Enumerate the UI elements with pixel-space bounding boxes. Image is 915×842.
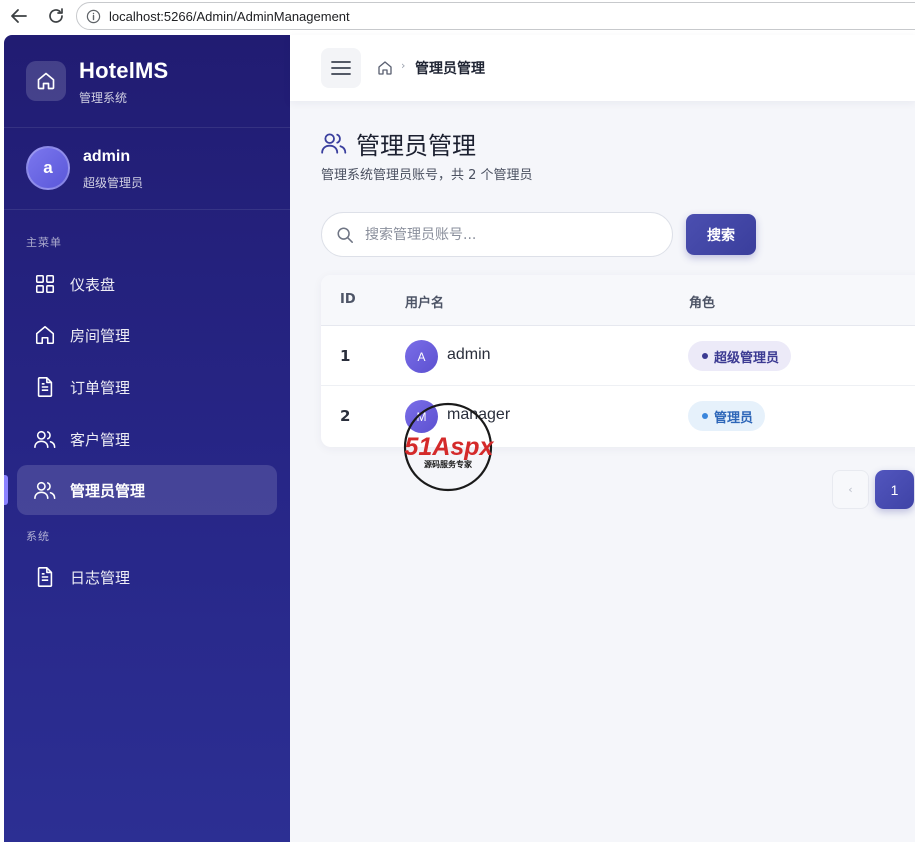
home-icon xyxy=(33,323,57,347)
reload-icon[interactable] xyxy=(44,6,68,26)
cell-id: 1 xyxy=(340,347,351,365)
user-role: 超级管理员 xyxy=(83,176,144,190)
column-header-role: 角色 xyxy=(689,296,716,311)
sidebar-item-label: 客户管理 xyxy=(70,430,131,449)
sidebar-item-label: 订单管理 xyxy=(70,378,131,397)
breadcrumb-home-icon[interactable] xyxy=(377,60,393,76)
sidebar-item-label: 日志管理 xyxy=(70,568,131,587)
search-input[interactable] xyxy=(363,225,653,244)
column-header-username: 用户名 xyxy=(405,296,445,311)
watermark-tagline: 源码服务专家 xyxy=(424,459,473,469)
sidebar-item-label: 仪表盘 xyxy=(70,275,116,294)
sidebar-item-label: 管理员管理 xyxy=(70,481,146,500)
status-dot-icon xyxy=(702,353,708,359)
section-label-system: 系统 xyxy=(26,530,50,543)
role-badge: 管理员 xyxy=(688,401,766,431)
dashboard-icon xyxy=(33,272,57,296)
watermark-brand: 51Aspx xyxy=(405,433,495,461)
user-profile: a admin 超级管理员 xyxy=(4,128,290,210)
sidebar-item-dashboard[interactable]: 仪表盘 xyxy=(17,259,277,309)
cell-id: 2 xyxy=(340,407,351,425)
document-icon xyxy=(33,375,57,399)
sidebar-item-customers[interactable]: 客户管理 xyxy=(17,414,277,464)
address-bar[interactable]: localhost:5266/Admin/AdminManagement xyxy=(76,2,915,30)
table-header: ID 用户名 角色 xyxy=(321,275,915,326)
brand-subtitle: 管理系统 xyxy=(79,91,128,105)
sidebar: HotelMS 管理系统 a admin 超级管理员 主菜单 仪表盘 房间管理 … xyxy=(4,35,290,842)
avatar: a xyxy=(26,146,70,190)
users-icon xyxy=(33,478,57,502)
url-text: localhost:5266/Admin/AdminManagement xyxy=(109,8,350,24)
sidebar-item-label: 房间管理 xyxy=(70,326,131,345)
role-badge-label: 管理员 xyxy=(714,410,754,426)
sidebar-item-rooms[interactable]: 房间管理 xyxy=(17,310,277,360)
document-icon xyxy=(33,565,57,589)
role-badge-label: 超级管理员 xyxy=(714,350,780,366)
page-description: 管理系统管理员账号，共 2 个管理员 xyxy=(321,168,533,183)
column-header-id: ID xyxy=(340,292,356,307)
menu-toggle-button[interactable] xyxy=(321,48,361,88)
status-dot-icon xyxy=(702,413,708,419)
search-button[interactable]: 搜索 xyxy=(686,214,756,255)
hotel-home-icon xyxy=(26,61,66,101)
sidebar-item-orders[interactable]: 订单管理 xyxy=(17,362,277,412)
user-name: admin xyxy=(83,148,131,165)
pagination-prev-button[interactable]: ‹ xyxy=(832,470,869,509)
breadcrumb-current: 管理员管理 xyxy=(415,61,485,77)
users-icon xyxy=(320,130,348,158)
brand-name: HotelMS xyxy=(79,58,169,83)
main-content: 管理员管理 管理系统管理员账号，共 2 个管理员 搜索 ID 用户名 角色 1 … xyxy=(290,101,915,842)
search-box xyxy=(321,212,673,257)
active-indicator xyxy=(4,475,8,505)
hamburger-icon xyxy=(331,61,351,75)
pagination-page-current[interactable]: 1 xyxy=(875,470,914,509)
table-row[interactable]: 1 A admin 超级管理员 xyxy=(321,326,915,386)
browser-toolbar: localhost:5266/Admin/AdminManagement xyxy=(0,0,915,35)
users-icon xyxy=(33,427,57,451)
section-label-main: 主菜单 xyxy=(26,236,62,249)
sidebar-item-admins[interactable]: 管理员管理 xyxy=(17,465,277,515)
sidebar-item-logs[interactable]: 日志管理 xyxy=(17,552,277,602)
watermark-logo: 51Aspx 源码服务专家 xyxy=(403,402,495,492)
page-title: 管理员管理 xyxy=(356,132,476,160)
back-arrow-icon[interactable] xyxy=(7,6,31,26)
brand: HotelMS 管理系统 xyxy=(4,35,290,128)
cell-username: admin xyxy=(447,346,491,363)
avatar: A xyxy=(405,340,438,373)
role-badge: 超级管理员 xyxy=(688,341,792,371)
site-info-icon[interactable] xyxy=(85,8,101,24)
search-icon xyxy=(336,226,354,244)
breadcrumb-chevron-icon: › xyxy=(401,59,406,72)
topbar: › 管理员管理 xyxy=(290,35,915,101)
